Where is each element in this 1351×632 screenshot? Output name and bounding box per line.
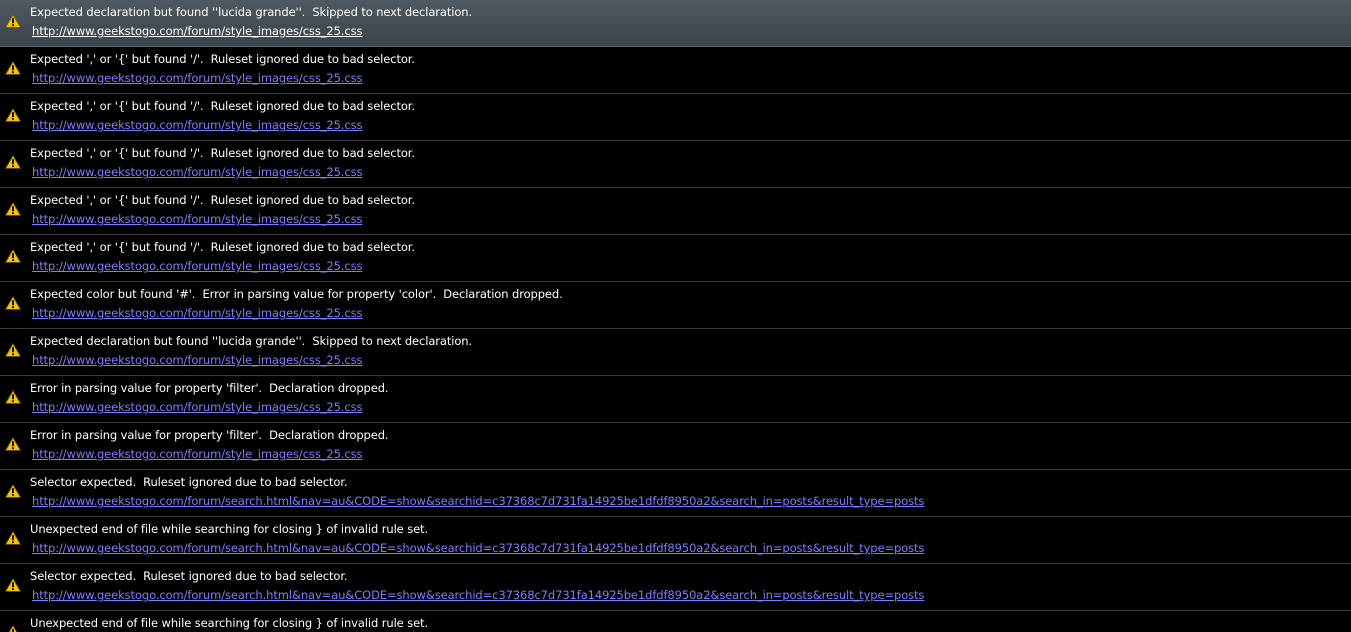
console-entry-source-link[interactable]: http://www.geekstogo.com/forum/style_ima… [32,212,362,226]
warning-icon [4,108,22,122]
console-entry[interactable]: Unexpected end of file while searching f… [0,517,1351,564]
console-entry[interactable]: Expected ',' or '{' but found '/'. Rules… [0,94,1351,141]
warning-icon [4,296,22,310]
console-entry[interactable]: Expected ',' or '{' but found '/'. Rules… [0,235,1351,282]
console-entry-message: Expected declaration but found ''lucida … [30,5,473,19]
console-entry[interactable]: Expected declaration but found ''lucida … [0,329,1351,376]
console-entry[interactable]: Expected declaration but found ''lucida … [0,0,1351,47]
console-entry[interactable]: Expected ',' or '{' but found '/'. Rules… [0,47,1351,94]
console-entry[interactable]: Error in parsing value for property 'fil… [0,423,1351,470]
console-entry-message: Selector expected. Ruleset ignored due t… [30,569,348,583]
console-entry-source-link[interactable]: http://www.geekstogo.com/forum/style_ima… [32,71,362,85]
console-entry-message: Selector expected. Ruleset ignored due t… [30,475,348,489]
warning-icon [4,390,22,404]
console-entry-message: Error in parsing value for property 'fil… [30,428,389,442]
console-entry-source-link[interactable]: http://www.geekstogo.com/forum/style_ima… [32,165,362,179]
console-entry-message: Expected ',' or '{' but found '/'. Rules… [30,193,415,207]
console-entry-message: Expected declaration but found ''lucida … [30,334,473,348]
console-entry-message: Expected ',' or '{' but found '/'. Rules… [30,146,415,160]
console-entry-message: Expected ',' or '{' but found '/'. Rules… [30,240,415,254]
console-entry[interactable]: Selector expected. Ruleset ignored due t… [0,470,1351,517]
console-entry-source-link[interactable]: http://www.geekstogo.com/forum/search.ht… [32,494,924,508]
warning-icon [4,343,22,357]
warning-icon [5,625,21,632]
warning-icon [4,531,22,545]
warning-icon [4,202,22,216]
console-entry[interactable]: Error in parsing value for property 'fil… [0,376,1351,423]
warning-icon [4,14,22,28]
console-entry-message: Expected ',' or '{' but found '/'. Rules… [30,99,415,113]
console-entry-source-link[interactable]: http://www.geekstogo.com/forum/style_ima… [32,259,362,273]
console-entry-source-link[interactable]: http://www.geekstogo.com/forum/style_ima… [32,353,362,367]
console-entry[interactable]: Unexpected end of file while searching f… [0,611,1351,632]
console-entry-source-link[interactable]: http://www.geekstogo.com/forum/style_ima… [32,400,362,414]
console-entry[interactable]: Expected ',' or '{' but found '/'. Rules… [0,141,1351,188]
console-entry-source-link[interactable]: http://www.geekstogo.com/forum/style_ima… [32,24,362,38]
console-entry[interactable]: Selector expected. Ruleset ignored due t… [0,564,1351,611]
warning-icon [4,155,22,169]
console-entry-message: Expected color but found '#'. Error in p… [30,287,563,301]
warning-icon [4,249,22,263]
console-entry-message: Error in parsing value for property 'fil… [30,381,389,395]
error-console-list[interactable]: Expected declaration but found ''lucida … [0,0,1351,632]
console-entry-message: Expected ',' or '{' but found '/'. Rules… [30,52,415,66]
console-entry-message: Unexpected end of file while searching f… [30,522,429,536]
warning-icon [4,484,22,498]
warning-icon [4,61,22,75]
console-entry[interactable]: Expected ',' or '{' but found '/'. Rules… [0,188,1351,235]
console-entry-message: Unexpected end of file while searching f… [30,616,429,630]
console-entry-source-link[interactable]: http://www.geekstogo.com/forum/search.ht… [32,588,924,602]
console-entry-source-link[interactable]: http://www.geekstogo.com/forum/style_ima… [32,118,362,132]
console-entry-source-link[interactable]: http://www.geekstogo.com/forum/style_ima… [32,306,362,320]
console-entry[interactable]: Expected color but found '#'. Error in p… [0,282,1351,329]
warning-icon [4,437,22,451]
console-entry-source-link[interactable]: http://www.geekstogo.com/forum/search.ht… [32,541,924,555]
console-entry-source-link[interactable]: http://www.geekstogo.com/forum/style_ima… [32,447,362,461]
warning-icon [4,578,22,592]
